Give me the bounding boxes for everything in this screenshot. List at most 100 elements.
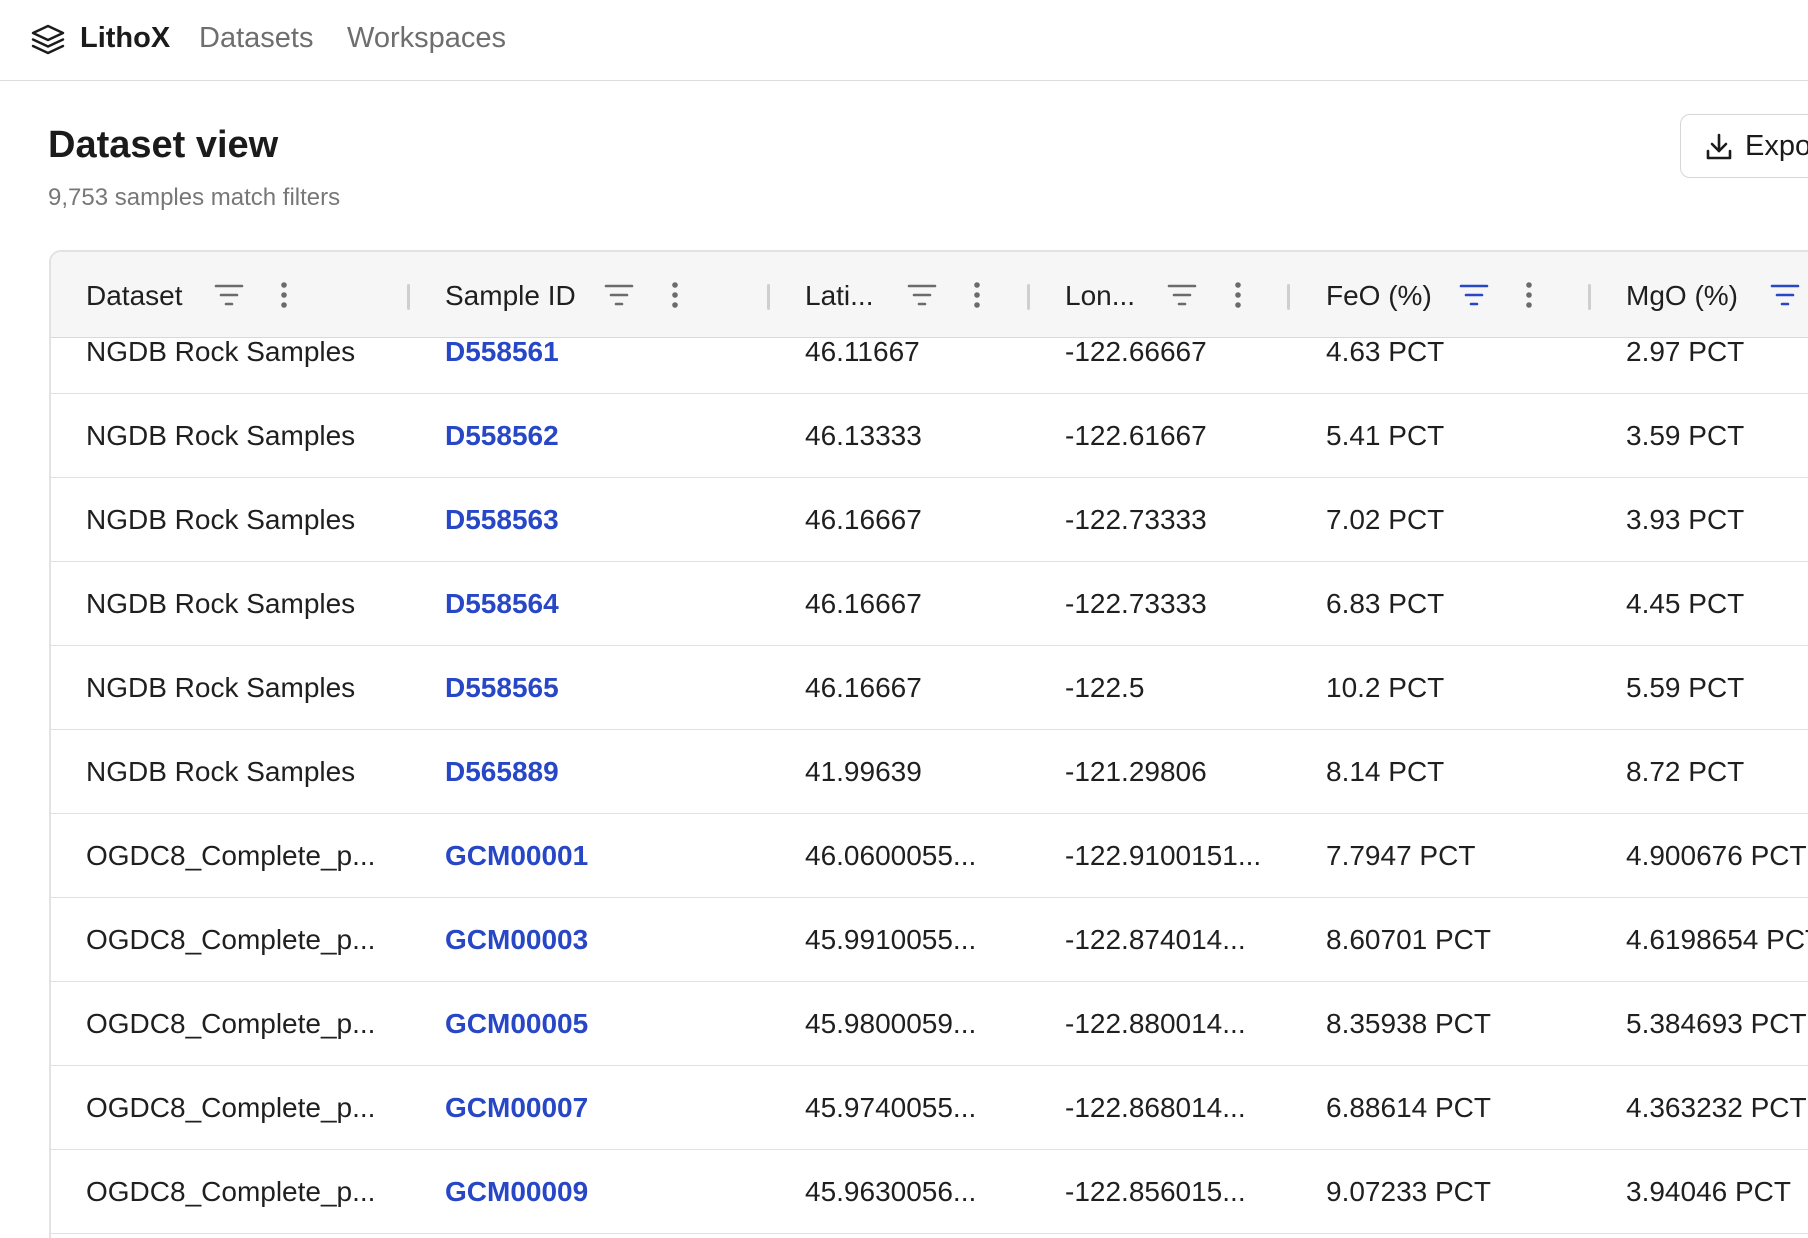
sample-id-link[interactable]: D565889 [445, 730, 559, 814]
cell-latitude: 46.16667 [805, 672, 922, 703]
sample-id-link[interactable]: GCM00001 [445, 814, 588, 898]
cell-mgo: 2.97 PCT [1626, 338, 1745, 367]
cell-longitude: -122.73333 [1065, 504, 1207, 535]
table-row[interactable]: NGDB Rock Samples D558563 46.16667 -122.733… [51, 478, 1808, 562]
cell-dataset: OGDC8_Complete_p... [86, 1092, 376, 1123]
cell-mgo: 3.59 PCT [1626, 420, 1745, 451]
cell-feo: 9.07233 PCT [1326, 1176, 1491, 1207]
column-label: FeO (%) [1326, 280, 1432, 311]
sample-id-link[interactable]: GCM00005 [445, 982, 588, 1066]
cell-latitude: 45.9910055... [805, 924, 977, 955]
column-resize-handle[interactable] [1588, 284, 1591, 310]
table-row[interactable]: NGDB Rock Samples D565889 41.99639 -121.298… [51, 730, 1808, 814]
layers-icon[interactable] [30, 22, 66, 58]
cell-longitude: -122.73333 [1065, 588, 1207, 619]
more-vertical-icon[interactable] [1524, 280, 1534, 310]
cell-feo: 10.2 PCT [1326, 672, 1445, 703]
cell-dataset: OGDC8_Complete_p... [86, 840, 376, 871]
cell-latitude: 45.9740055... [805, 1092, 977, 1123]
table-row[interactable]: NGDB Rock Samples D558564 46.16667 -122.733… [51, 562, 1808, 646]
table-row[interactable]: NGDB Rock Samples D558561 46.11667 -122.666… [51, 338, 1808, 394]
cell-dataset: NGDB Rock Samples [86, 588, 356, 619]
cell-latitude: 45.9630056... [805, 1176, 977, 1207]
cell-dataset: NGDB Rock Samples [86, 420, 356, 451]
cell-longitude: -122.5 [1065, 672, 1145, 703]
filter-icon[interactable] [214, 282, 244, 308]
cell-mgo: 5.59 PCT [1626, 672, 1745, 703]
table-row[interactable]: NGDB Rock Samples D558565 46.16667 -122.5 10… [51, 646, 1808, 730]
column-label: Sample ID [445, 280, 576, 311]
sample-id-link[interactable]: GCM00009 [445, 1150, 588, 1234]
column-label: MgO (%) [1626, 280, 1738, 311]
cell-feo: 8.35938 PCT [1326, 1008, 1491, 1039]
cell-latitude: 45.9800059... [805, 1008, 977, 1039]
cell-mgo: 4.6198654 PCT [1626, 924, 1808, 955]
cell-mgo: 3.94046 PCT [1626, 1176, 1791, 1207]
cell-dataset: NGDB Rock Samples [86, 504, 356, 535]
table-row[interactable]: OGDC8_Complete_p... GCM00005 45.9800059...… [51, 982, 1808, 1066]
cell-dataset: NGDB Rock Samples [86, 672, 356, 703]
cell-dataset: NGDB Rock Samples [86, 756, 356, 787]
cell-longitude: -122.61667 [1065, 420, 1207, 451]
filter-icon[interactable] [604, 282, 634, 308]
column-resize-handle[interactable] [767, 284, 770, 310]
cell-longitude: -122.856015... [1065, 1176, 1246, 1207]
cell-mgo: 4.900676 PCT [1626, 840, 1807, 871]
column-label: Dataset [86, 280, 183, 311]
sample-id-link[interactable]: D558562 [445, 394, 559, 478]
cell-dataset: OGDC8_Complete_p... [86, 1176, 376, 1207]
match-count: 9,753 samples match filters [48, 184, 341, 211]
more-vertical-icon[interactable] [279, 280, 289, 310]
sample-id-link[interactable]: D558564 [445, 562, 559, 646]
cell-dataset: NGDB Rock Samples [86, 338, 356, 367]
table-header: Dataset Sample ID Lati... Lon... FeO (%)… [51, 252, 1808, 338]
sample-id-link[interactable]: GCM00007 [445, 1066, 588, 1150]
table-row[interactable]: OGDC8_Complete_p... GCM00003 45.9910055...… [51, 898, 1808, 982]
export-button[interactable]: Export [1680, 114, 1808, 178]
column-resize-handle[interactable] [1287, 284, 1290, 310]
cell-longitude: -122.9100151... [1065, 840, 1262, 871]
column-label: Lon... [1065, 280, 1136, 311]
top-nav-bar: LithoX Datasets Workspaces [0, 0, 1808, 81]
more-vertical-icon[interactable] [670, 280, 680, 310]
brand-name[interactable]: LithoX [80, 22, 170, 55]
cell-feo: 8.60701 PCT [1326, 924, 1491, 955]
cell-feo: 7.7947 PCT [1326, 840, 1476, 871]
filter-active-icon[interactable] [1770, 282, 1800, 308]
filter-icon[interactable] [1167, 282, 1197, 308]
sample-id-link[interactable]: D558561 [445, 338, 559, 394]
table-row[interactable]: OGDC8_Complete_p... GCM00001 46.0600055...… [51, 814, 1808, 898]
filter-active-icon[interactable] [1459, 282, 1489, 308]
column-resize-handle[interactable] [1027, 284, 1030, 310]
more-vertical-icon[interactable] [972, 280, 982, 310]
column-label: Lati... [805, 280, 874, 311]
cell-latitude: 46.13333 [805, 420, 922, 451]
nav-datasets[interactable]: Datasets [199, 22, 313, 55]
cell-mgo: 3.93 PCT [1626, 504, 1745, 535]
export-label: Export [1745, 130, 1808, 162]
column-header-dataset[interactable]: Dataset [86, 252, 406, 338]
sample-id-link[interactable]: GCM00003 [445, 898, 588, 982]
cell-mgo: 8.72 PCT [1626, 756, 1745, 787]
cell-latitude: 41.99639 [805, 756, 922, 787]
sample-id-link[interactable]: D558563 [445, 478, 559, 562]
table-body: NGDB Rock Samples D558561 46.11667 -122.666… [51, 338, 1808, 1238]
cell-longitude: -122.880014... [1065, 1008, 1246, 1039]
filter-icon[interactable] [907, 282, 937, 308]
cell-feo: 8.14 PCT [1326, 756, 1445, 787]
cell-mgo: 4.45 PCT [1626, 588, 1745, 619]
download-icon [1706, 133, 1732, 160]
cell-feo: 7.02 PCT [1326, 504, 1445, 535]
sample-id-link[interactable]: D558565 [445, 646, 559, 730]
cell-feo: 6.83 PCT [1326, 588, 1445, 619]
column-resize-handle[interactable] [407, 284, 410, 310]
table-row[interactable]: NGDB Rock Samples D558562 46.13333 -122.616… [51, 394, 1808, 478]
column-header-feo[interactable]: FeO (%) [1326, 252, 1586, 338]
cell-mgo: 5.384693 PCT [1626, 1008, 1807, 1039]
table-row[interactable]: OGDC8_Complete_p... GCM00007 45.9740055...… [51, 1066, 1808, 1150]
table-row[interactable]: OGDC8_Complete_p... GCM00009 45.9630056...… [51, 1150, 1808, 1234]
page-title: Dataset view [48, 124, 279, 166]
more-vertical-icon[interactable] [1233, 280, 1243, 310]
cell-latitude: 46.0600055... [805, 840, 977, 871]
nav-workspaces[interactable]: Workspaces [347, 22, 506, 55]
